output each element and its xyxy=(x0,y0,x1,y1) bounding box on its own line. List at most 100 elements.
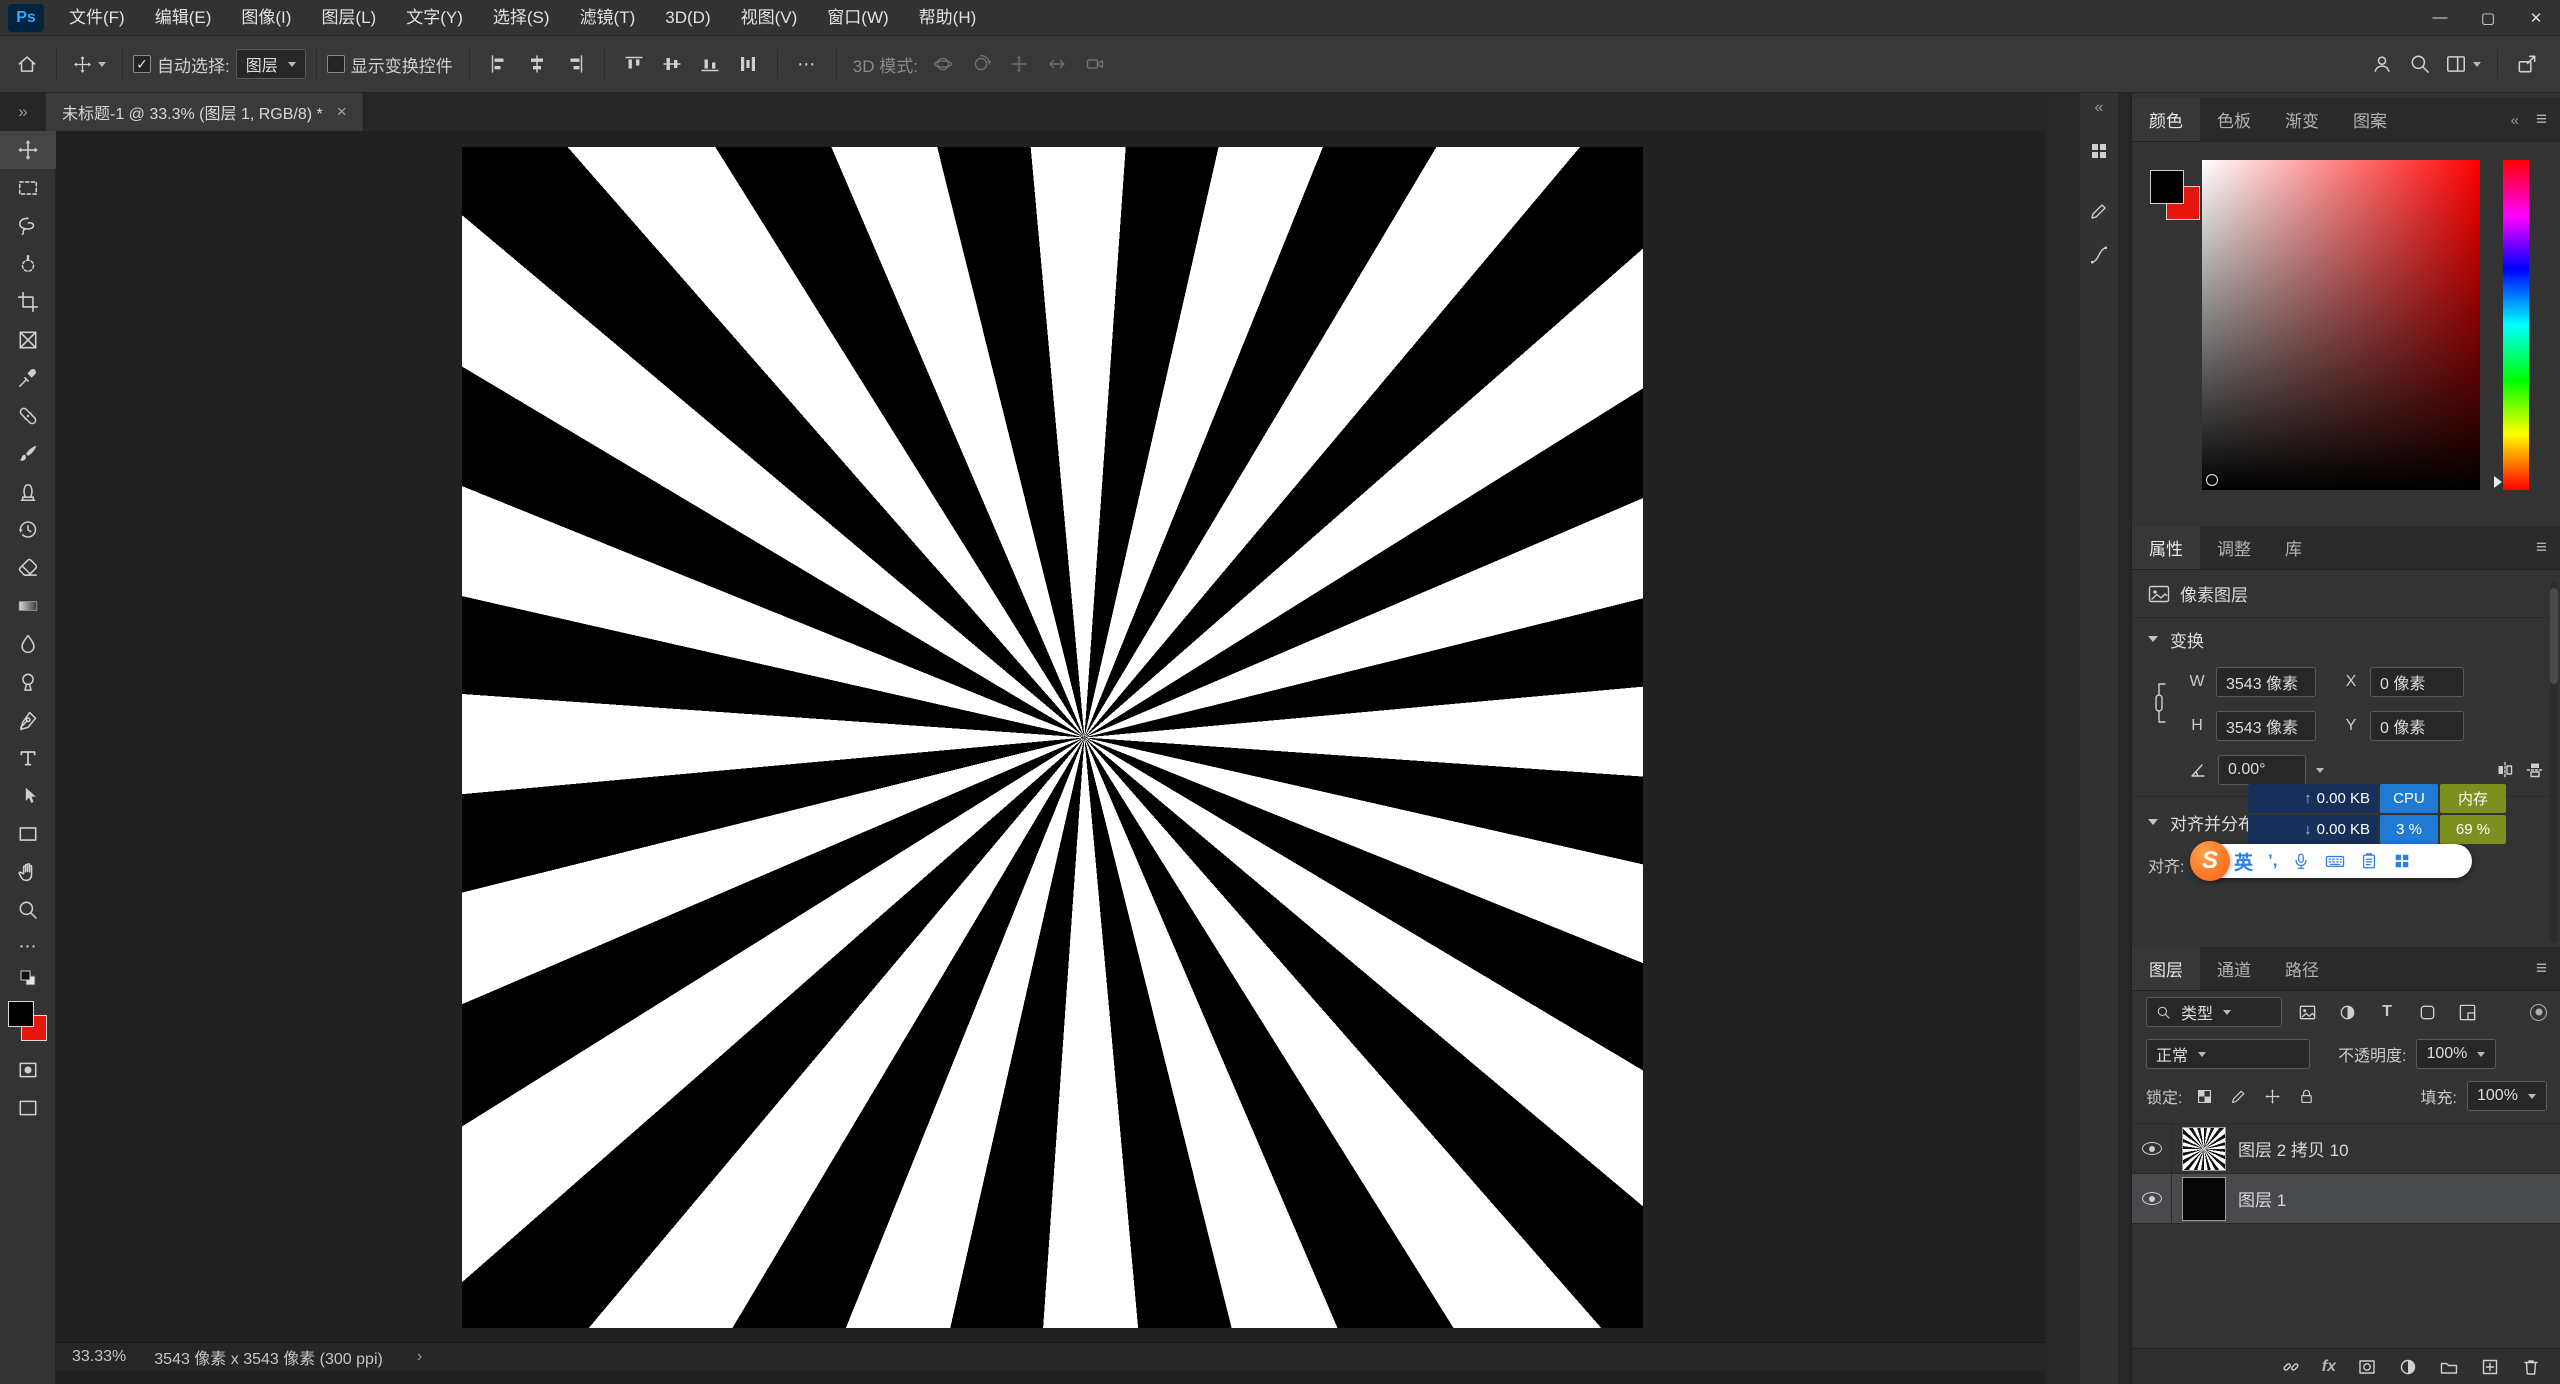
width-field[interactable]: 3543 像素 xyxy=(2216,667,2316,697)
height-field[interactable]: 3543 像素 xyxy=(2216,711,2316,741)
filter-shape-layers-button[interactable] xyxy=(2412,997,2442,1027)
maximize-button[interactable]: ▢ xyxy=(2464,0,2512,36)
foreground-color-swatch[interactable] xyxy=(2150,170,2184,204)
filter-pixel-layers-button[interactable] xyxy=(2292,997,2322,1027)
x-field[interactable]: 0 像素 xyxy=(2370,667,2464,697)
tool-marquee[interactable] xyxy=(0,169,56,207)
tool-history-brush[interactable] xyxy=(0,511,56,549)
new-layer-icon[interactable] xyxy=(2480,1357,2500,1377)
home-button[interactable] xyxy=(8,44,46,84)
zoom-level-field[interactable]: 33.33% xyxy=(72,1348,126,1366)
menu-image[interactable]: 图像(I) xyxy=(226,0,306,36)
menu-window[interactable]: 窗口(W) xyxy=(812,0,903,36)
layer-thumbnail-black[interactable] xyxy=(2182,1177,2226,1221)
tool-healing-brush[interactable] xyxy=(0,397,56,435)
properties-panel-menu-button[interactable]: ≡ xyxy=(2536,526,2547,570)
show-transform-checkbox[interactable] xyxy=(327,55,345,73)
keyboard-icon[interactable] xyxy=(2325,852,2345,870)
blend-mode-dropdown[interactable]: 正常 xyxy=(2146,1039,2310,1069)
color-swatches[interactable] xyxy=(0,999,56,1051)
collapsed-panel-swatches[interactable] xyxy=(2080,131,2118,171)
ime-logo[interactable]: S xyxy=(2190,841,2230,881)
quick-mask-button[interactable] xyxy=(0,1051,56,1089)
align-top-button[interactable] xyxy=(615,44,653,84)
tab-color[interactable]: 颜色 xyxy=(2132,98,2200,141)
share-button[interactable] xyxy=(2508,44,2546,84)
auto-select-checkbox[interactable]: ✓ xyxy=(133,55,151,73)
expand-panels-button[interactable]: « xyxy=(2080,93,2118,123)
menu-help[interactable]: 帮助(H) xyxy=(904,0,992,36)
tool-brush[interactable] xyxy=(0,435,56,473)
workspace-switcher[interactable] xyxy=(2439,44,2487,84)
properties-scrollbar[interactable] xyxy=(2550,582,2558,942)
menu-layer[interactable]: 图层(L) xyxy=(306,0,391,36)
tab-swatches[interactable]: 色板 xyxy=(2200,98,2268,141)
link-dimensions-icon[interactable] xyxy=(2150,672,2172,734)
tool-gradient[interactable] xyxy=(0,587,56,625)
tool-clone-stamp[interactable] xyxy=(0,473,56,511)
collapsed-panel-brushes[interactable] xyxy=(2080,191,2118,231)
hue-slider-marker[interactable] xyxy=(2494,476,2502,488)
menu-filter[interactable]: 滤镜(T) xyxy=(565,0,651,36)
link-layers-icon[interactable] xyxy=(2281,1357,2301,1377)
lock-all-button[interactable] xyxy=(2294,1081,2318,1111)
layer-style-button[interactable]: fx xyxy=(2322,1358,2336,1376)
current-tool-preset[interactable] xyxy=(67,44,112,84)
fill-dropdown[interactable]: 100% xyxy=(2467,1081,2547,1111)
layer-thumbnail-starburst[interactable] xyxy=(2182,1127,2226,1171)
tool-eraser[interactable] xyxy=(0,549,56,587)
filter-adjustment-layers-button[interactable] xyxy=(2332,997,2362,1027)
collapsed-panel-curves[interactable] xyxy=(2080,235,2118,275)
lock-position-button[interactable] xyxy=(2260,1081,2284,1111)
account-button[interactable] xyxy=(2363,44,2401,84)
flip-horizontal-icon[interactable] xyxy=(2495,760,2515,780)
tab-paths[interactable]: 路径 xyxy=(2268,947,2336,990)
screen-mode-button[interactable] xyxy=(0,1089,56,1127)
tool-quick-selection[interactable] xyxy=(0,245,56,283)
default-colors-button[interactable] xyxy=(0,963,56,993)
visibility-toggle[interactable] xyxy=(2132,1174,2172,1224)
tool-lasso[interactable] xyxy=(0,207,56,245)
lock-pixels-button[interactable] xyxy=(2226,1081,2250,1111)
menu-3d[interactable]: 3D(D) xyxy=(650,0,725,36)
align-center-h-button[interactable] xyxy=(518,44,556,84)
document-canvas[interactable] xyxy=(462,147,1643,1328)
layers-panel-menu-button[interactable]: ≡ xyxy=(2536,947,2547,991)
saturation-brightness-field[interactable] xyxy=(2202,160,2480,490)
tool-frame[interactable] xyxy=(0,321,56,359)
menu-view[interactable]: 视图(V) xyxy=(726,0,813,36)
tool-crop[interactable] xyxy=(0,283,56,321)
tool-blur[interactable] xyxy=(0,625,56,663)
filter-toggle[interactable] xyxy=(2530,1004,2547,1021)
foreground-color-swatch[interactable] xyxy=(8,1001,34,1027)
tab-properties[interactable]: 属性 xyxy=(2132,526,2200,569)
toolbar-more-button[interactable]: ⋯ xyxy=(0,929,56,963)
ime-language-toggle[interactable]: 英 xyxy=(2234,848,2253,875)
document-tab[interactable]: 未标题-1 @ 33.3% (图层 1, RGB/8) * × xyxy=(46,93,364,131)
color-panel-menu-button[interactable]: ≡ xyxy=(2536,98,2547,142)
distribute-button[interactable] xyxy=(729,44,767,84)
new-group-icon[interactable] xyxy=(2439,1357,2459,1377)
tab-close-icon[interactable]: × xyxy=(337,102,347,122)
y-field[interactable]: 0 像素 xyxy=(2370,711,2464,741)
opacity-dropdown[interactable]: 100% xyxy=(2416,1039,2496,1069)
lock-transparent-button[interactable] xyxy=(2192,1081,2216,1111)
align-left-button[interactable] xyxy=(480,44,518,84)
menu-file[interactable]: 文件(F) xyxy=(54,0,140,36)
toolbox-grid-icon[interactable] xyxy=(2393,852,2411,870)
visibility-toggle[interactable] xyxy=(2132,1124,2172,1174)
transform-section-header[interactable]: 变换 xyxy=(2132,618,2560,660)
tool-zoom[interactable] xyxy=(0,891,56,929)
menu-edit[interactable]: 编辑(E) xyxy=(140,0,227,36)
clipboard-icon[interactable] xyxy=(2360,852,2378,870)
align-right-button[interactable] xyxy=(556,44,594,84)
menu-type[interactable]: 文字(Y) xyxy=(391,0,478,36)
collapse-dock-button[interactable]: « xyxy=(2511,98,2519,142)
tool-type[interactable] xyxy=(0,739,56,777)
filter-smart-objects-button[interactable] xyxy=(2452,997,2482,1027)
color-field-marker[interactable] xyxy=(2206,474,2218,486)
auto-select-target-dropdown[interactable]: 图层 xyxy=(236,49,306,79)
microphone-icon[interactable] xyxy=(2292,852,2310,870)
layer-row-copy10[interactable]: 图层 2 拷贝 10 xyxy=(2132,1124,2560,1174)
angle-dropdown-icon[interactable] xyxy=(2316,768,2324,773)
